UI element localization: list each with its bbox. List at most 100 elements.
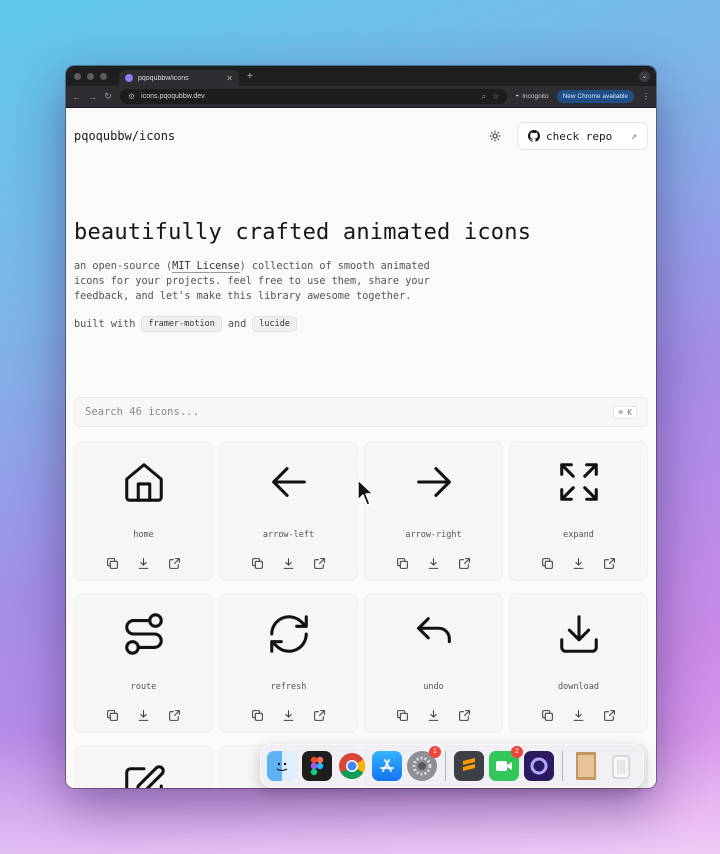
app-store-icon[interactable]	[372, 751, 402, 781]
reload-icon[interactable]: ↻	[104, 91, 112, 102]
undo-icon[interactable]	[411, 611, 457, 657]
brand-link[interactable]: pqoqubbw/icons	[74, 129, 175, 143]
copy-icon[interactable]	[396, 707, 409, 721]
icon-card-undo[interactable]: undo	[364, 593, 503, 733]
external-link-icon[interactable]	[458, 707, 471, 721]
address-bar: ← → ↻ ⚙ icons.pqoqubbw.dev ⌕ ☆ ◓ Incogni…	[66, 86, 656, 108]
figma-icon[interactable]	[302, 751, 332, 781]
sublime-text-icon[interactable]	[454, 751, 484, 781]
sun-icon	[489, 130, 501, 142]
external-link-icon[interactable]	[313, 555, 326, 569]
hero-section: beautifully crafted animated icons an op…	[74, 220, 554, 332]
tab-strip: pqoqubbw/icons ✕ + ⌄	[66, 66, 656, 86]
edit-icon[interactable]	[121, 763, 167, 788]
browser-menu-icon[interactable]: ⋮	[642, 92, 650, 101]
hero-description: an open-source (MIT License) collection …	[74, 259, 466, 304]
copy-icon[interactable]	[396, 555, 409, 569]
trash-icon[interactable]	[606, 751, 636, 781]
arc-browser-icon[interactable]	[524, 751, 554, 781]
framer-motion-link[interactable]: framer-motion	[141, 316, 222, 332]
theme-toggle-button[interactable]	[484, 125, 506, 147]
arrow-right-icon[interactable]	[411, 459, 457, 505]
url-field[interactable]: ⚙ icons.pqoqubbw.dev ⌕ ☆	[120, 89, 508, 104]
incognito-label: Incognito	[522, 93, 549, 100]
download-icon[interactable]	[137, 707, 150, 721]
macos-dock: 1 2	[260, 744, 644, 788]
download-icon[interactable]	[282, 555, 295, 569]
mit-license-link[interactable]: MIT License	[172, 261, 240, 273]
site-info-icon[interactable]: ⚙	[128, 92, 135, 101]
download-icon[interactable]	[572, 555, 585, 569]
close-tab-icon[interactable]: ✕	[226, 74, 233, 83]
arrow-left-icon[interactable]	[266, 459, 312, 505]
icon-card-route[interactable]: route	[74, 593, 213, 733]
incognito-indicator[interactable]: ◓ Incognito	[515, 93, 548, 100]
icon-card-expand[interactable]: expand	[509, 441, 648, 581]
external-link-icon[interactable]	[168, 555, 181, 569]
facetime-icon[interactable]: 2	[489, 746, 523, 781]
icon-name: arrow-left	[262, 530, 315, 540]
card-actions	[75, 555, 212, 569]
update-chrome-button[interactable]: New Chrome available	[556, 90, 634, 103]
copy-icon[interactable]	[106, 555, 119, 569]
route-icon[interactable]	[121, 611, 167, 657]
tab-search-icon[interactable]: ⌄	[639, 71, 650, 82]
card-actions	[220, 707, 357, 721]
check-repo-button[interactable]: check repo ↗	[517, 122, 648, 150]
download-icon[interactable]	[427, 707, 440, 721]
forward-icon[interactable]: →	[88, 92, 97, 102]
external-link-icon[interactable]	[458, 555, 471, 569]
copy-icon[interactable]	[106, 707, 119, 721]
refresh-icon[interactable]	[266, 611, 312, 657]
copy-icon[interactable]	[251, 555, 264, 569]
favicon-icon	[125, 74, 133, 82]
tab-title: pqoqubbw/icons	[138, 74, 189, 82]
system-settings-icon[interactable]: 1	[407, 746, 441, 781]
page-content: pqoqubbw/icons check repo ↗ beautifully …	[66, 108, 656, 788]
window-controls[interactable]	[74, 72, 107, 80]
icon-name: refresh	[270, 682, 307, 692]
card-actions	[75, 707, 212, 721]
icon-name: arrow-right	[405, 530, 462, 540]
copy-icon[interactable]	[251, 707, 264, 721]
icon-card-arrow-left[interactable]: arrow-left	[219, 441, 358, 581]
active-tab[interactable]: pqoqubbw/icons ✕	[119, 70, 239, 86]
external-link-icon[interactable]	[603, 707, 616, 721]
icon-name: home	[133, 530, 154, 540]
built-with-row: built with framer-motion and lucide	[74, 316, 554, 332]
download-icon[interactable]	[137, 555, 150, 569]
settings-badge: 1	[429, 746, 441, 758]
icon-card-arrow-right[interactable]: arrow-right	[364, 441, 503, 581]
icon-card-home[interactable]: home	[74, 441, 213, 581]
search-placeholder: Search 46 icons...	[85, 406, 199, 418]
home-icon[interactable]	[121, 459, 167, 505]
download-icon[interactable]	[556, 611, 602, 657]
icon-card-refresh[interactable]: refresh	[219, 593, 358, 733]
new-tab-icon[interactable]: +	[247, 71, 253, 82]
chrome-icon[interactable]	[337, 751, 367, 781]
lucide-link[interactable]: lucide	[252, 316, 297, 332]
external-link-icon[interactable]	[313, 707, 326, 721]
card-actions	[365, 555, 502, 569]
download-icon[interactable]	[572, 707, 585, 721]
copy-icon[interactable]	[541, 555, 554, 569]
zoom-icon[interactable]: ⌕	[482, 92, 486, 102]
copy-icon[interactable]	[541, 707, 554, 721]
page-title: beautifully crafted animated icons	[74, 220, 532, 245]
bookmark-star-icon[interactable]: ☆	[492, 92, 499, 101]
finder-icon[interactable]	[267, 751, 297, 781]
icon-card-edit[interactable]	[74, 745, 213, 788]
download-icon[interactable]	[427, 555, 440, 569]
icon-card-download[interactable]: download	[509, 593, 648, 733]
external-link-icon[interactable]	[168, 707, 181, 721]
expand-icon[interactable]	[556, 459, 602, 505]
icon-name: expand	[563, 530, 594, 540]
search-input[interactable]: Search 46 icons... ⌘ K	[74, 397, 648, 427]
document-preview-icon[interactable]	[571, 751, 601, 781]
icon-name: route	[130, 682, 157, 692]
download-icon[interactable]	[282, 707, 295, 721]
back-icon[interactable]: ←	[72, 92, 81, 102]
icon-name: download	[558, 682, 599, 692]
dock-separator	[445, 751, 446, 781]
external-link-icon[interactable]	[603, 555, 616, 569]
